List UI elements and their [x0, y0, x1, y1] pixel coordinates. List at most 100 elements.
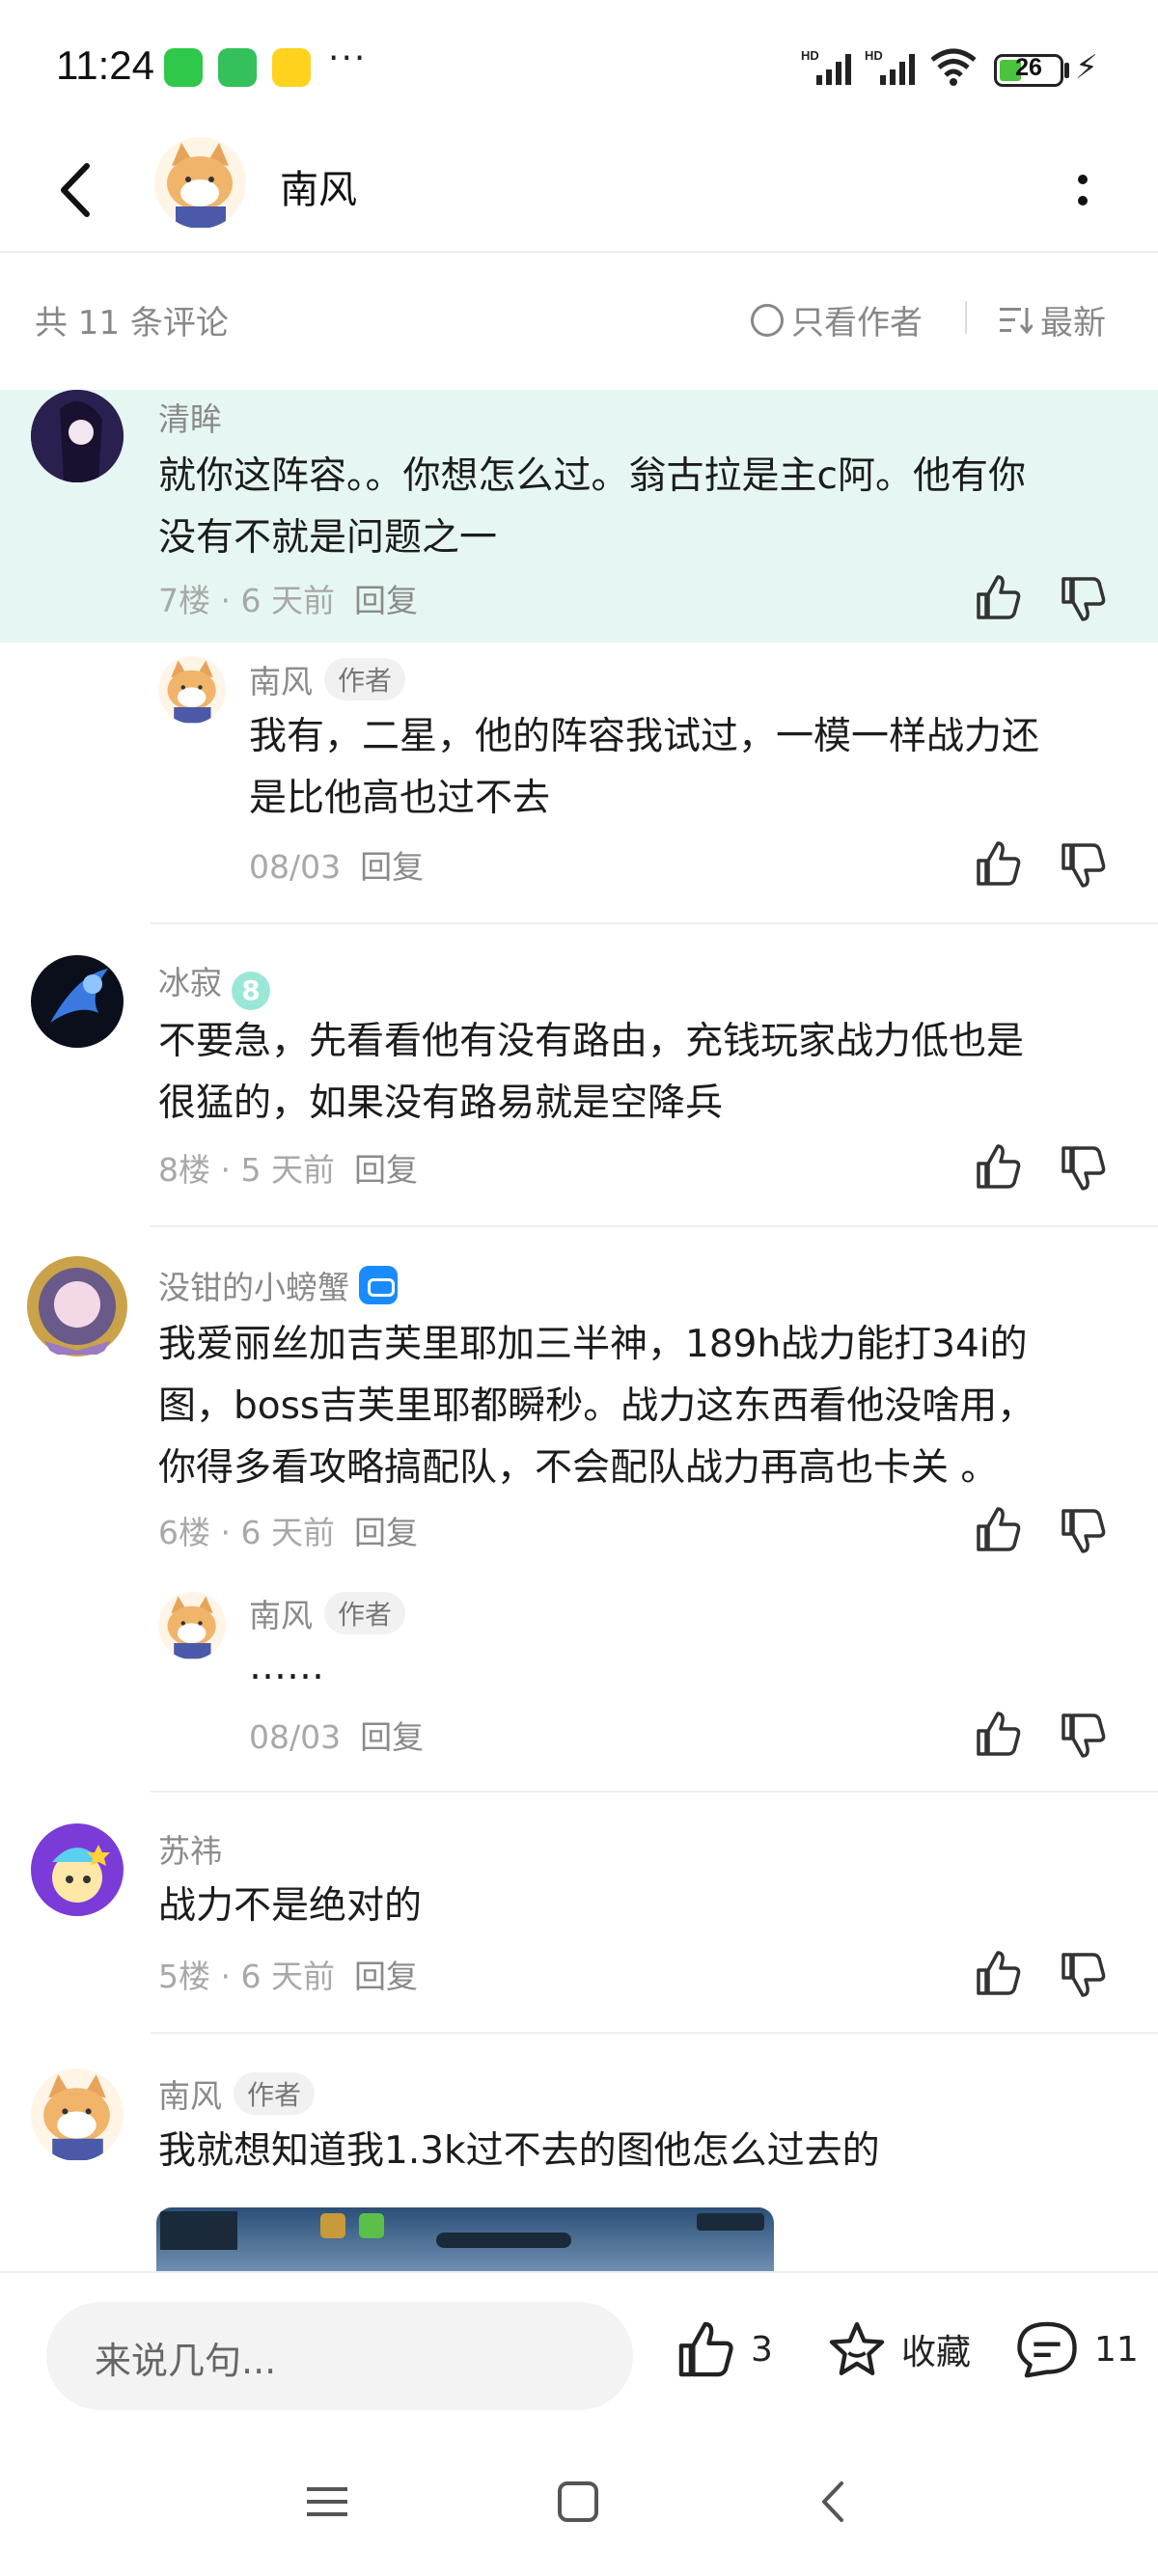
- comment-text: 就你这阵容。。你想怎么过。翁古拉是主c阿。他有你 没有不就是问题之一: [158, 446, 1026, 569]
- only-author-label: 只看作者: [791, 304, 923, 343]
- like-icon[interactable]: [975, 1142, 1023, 1191]
- shield-icon: [218, 48, 257, 87]
- avatar[interactable]: [158, 656, 226, 724]
- avatar[interactable]: [25, 1254, 129, 1358]
- comment-text-line: 你得多看攻略搞配队，不会配队战力再高也卡关 。: [158, 1446, 999, 1490]
- comment-text: 我就想知道我1.3k过不去的图他怎么过去的: [158, 2121, 880, 2182]
- comment-filter-bar: 共 11 条评论 只看作者 最新: [0, 253, 1158, 390]
- username[interactable]: 没钳的小螃蟹: [158, 1269, 349, 1306]
- back-arrow-icon[interactable]: [54, 156, 100, 224]
- comment-username: 冰寂 8: [158, 957, 270, 1010]
- author-avatar[interactable]: [154, 137, 246, 229]
- reply-button[interactable]: 回复: [354, 582, 418, 619]
- comment-floor-time: 5楼 · 6 天前: [158, 1958, 335, 1995]
- home-icon[interactable]: [556, 2480, 600, 2524]
- only-author-toggle[interactable]: 只看作者: [751, 296, 923, 343]
- wechat-icon: [164, 48, 203, 87]
- comment-text-line: 图，boss吉芙里耶都瞬秒。战力这东西看他没啥用，: [158, 1384, 1035, 1428]
- author-badge: 作者: [324, 1592, 406, 1634]
- avatar[interactable]: [31, 1823, 124, 1916]
- dislike-icon[interactable]: [1060, 841, 1108, 890]
- back-icon[interactable]: [811, 2480, 855, 2524]
- status-bar: 11:24 ··· HD HD 26 ⚡: [0, 0, 1158, 135]
- avatar[interactable]: [31, 955, 124, 1048]
- like-icon[interactable]: [975, 1949, 1023, 1997]
- svg-text:HD: HD: [865, 48, 883, 63]
- comment-input[interactable]: 来说几句...: [46, 2302, 633, 2410]
- comment-count: 共 11 条评论: [35, 304, 229, 343]
- comment-meta: 7楼 · 6 天前 回复: [158, 575, 418, 621]
- comment-meta: 08/03 回复: [249, 841, 424, 888]
- comment-item: 苏祎 战力不是绝对的 5楼 · 6 天前 回复: [0, 1823, 1158, 2016]
- comment-text-line: ……: [249, 1645, 324, 1688]
- like-icon[interactable]: [975, 1505, 1023, 1553]
- signal-hd-icon: HD: [865, 48, 915, 85]
- comment-text-line: 我爱丽丝加吉芙里耶加三半神，189h战力能打34i的: [158, 1323, 1028, 1366]
- comment-username[interactable]: 苏祎: [158, 1825, 222, 1872]
- divider: [151, 1225, 1158, 1227]
- comment-meta: 6楼 · 6 天前 回复: [158, 1507, 418, 1553]
- like-icon[interactable]: [975, 839, 1023, 888]
- comments-button[interactable]: 11: [1013, 2319, 1139, 2379]
- comment-username: 南风 作者: [158, 2070, 316, 2117]
- comment-text: ……: [249, 1636, 324, 1698]
- comment-floor-time: 8楼 · 5 天前: [158, 1151, 335, 1189]
- menu-icon[interactable]: [305, 2480, 349, 2524]
- comment-image[interactable]: [156, 2207, 774, 2271]
- avatar[interactable]: [31, 390, 124, 482]
- username[interactable]: 冰寂: [158, 964, 222, 1001]
- star-icon: [829, 2321, 885, 2375]
- comment-text-line: 是比他高也过不去: [249, 777, 551, 820]
- favorite-button[interactable]: 收藏: [826, 2319, 971, 2379]
- more-options-icon[interactable]: [1071, 162, 1094, 220]
- divider: [151, 2032, 1158, 2034]
- comment-username: 南风 作者: [249, 656, 406, 702]
- dislike-icon[interactable]: [1060, 1951, 1108, 1999]
- dislike-icon[interactable]: [1060, 1144, 1108, 1192]
- comment-text: 我有，二星，他的阵容我试过，一模一样战力还 是比他高也过不去: [249, 706, 1039, 830]
- reply-button[interactable]: 回复: [354, 1151, 418, 1189]
- dislike-icon[interactable]: [1060, 575, 1108, 623]
- comment-username[interactable]: 清眸: [158, 394, 222, 440]
- like-icon[interactable]: [975, 1710, 1023, 1758]
- like-icon: [678, 2321, 733, 2377]
- reply-button[interactable]: 回复: [360, 848, 424, 886]
- divider: [151, 922, 1158, 924]
- comment-text-line: 就你这阵容。。你想怎么过。翁古拉是主c阿。他有你: [158, 454, 1026, 498]
- dislike-icon[interactable]: [1060, 1712, 1108, 1760]
- comment-username: 南风 作者: [249, 1590, 406, 1636]
- username[interactable]: 南风: [158, 2077, 222, 2115]
- like-button[interactable]: 3: [676, 2319, 773, 2379]
- reply-button[interactable]: 回复: [360, 1718, 424, 1756]
- comment-item: 冰寂 8 不要急，先看看他有没有路由，充钱玩家战力低也是 很猛的，如果没有路易就是…: [0, 955, 1158, 1216]
- comment-meta: 08/03 回复: [249, 1712, 424, 1758]
- top-header: 南风: [0, 135, 1158, 253]
- reply-item: 南风 作者 …… 08/03 回复: [0, 1588, 1158, 1781]
- sort-button[interactable]: 最新: [998, 296, 1106, 343]
- comment-text-line: 没有不就是问题之一: [158, 516, 498, 560]
- comment-item: 没钳的小螃蟹 我爱丽丝加吉芙里耶加三半神，189h战力能打34i的 图，boss…: [0, 1254, 1158, 1563]
- divider: [965, 301, 967, 334]
- comment-text-line: 不要急，先看看他有没有路由，充钱玩家战力低也是: [158, 1020, 1025, 1063]
- username[interactable]: 南风: [249, 663, 313, 700]
- comment-meta: 5楼 · 6 天前 回复: [158, 1951, 418, 1997]
- battery-level: 26: [1015, 54, 1042, 81]
- dislike-icon[interactable]: [1060, 1507, 1108, 1555]
- reply-button[interactable]: 回复: [354, 1958, 418, 1995]
- comment-text-line: 我有，二星，他的阵容我试过，一模一样战力还: [249, 715, 1040, 758]
- battery-icon: 26: [994, 54, 1063, 87]
- avatar[interactable]: [158, 1592, 226, 1659]
- reply-button[interactable]: 回复: [354, 1514, 418, 1551]
- favorite-label: 收藏: [901, 2333, 972, 2372]
- comment-text: 战力不是绝对的: [158, 1876, 422, 1937]
- avatar[interactable]: [31, 2069, 124, 2161]
- comment-date: 08/03: [249, 848, 342, 886]
- author-badge: 作者: [324, 658, 406, 700]
- username[interactable]: 南风: [249, 1597, 313, 1634]
- divider: [151, 1791, 1158, 1793]
- comment-text-line: 很猛的，如果没有路易就是空降兵: [158, 1082, 724, 1125]
- battery-tip: [1064, 63, 1069, 78]
- like-icon[interactable]: [975, 573, 1023, 621]
- comment-count-label: 11: [1094, 2329, 1139, 2370]
- comment-text: 我爱丽丝加吉芙里耶加三半神，189h战力能打34i的 图，boss吉芙里耶都瞬秒…: [158, 1314, 1034, 1499]
